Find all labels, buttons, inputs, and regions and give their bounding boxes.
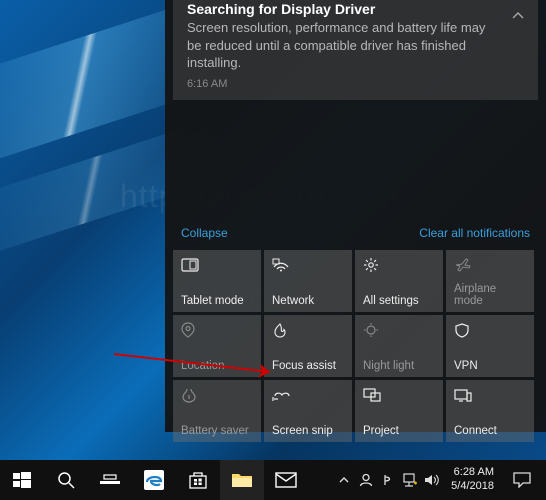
people-button[interactable] xyxy=(355,460,377,500)
tray-volume-icon[interactable] xyxy=(421,460,443,500)
vpn-icon xyxy=(454,321,526,339)
tile-vpn[interactable]: VPN xyxy=(446,315,534,377)
tablet-icon xyxy=(181,256,253,274)
tray-overflow-button[interactable] xyxy=(333,460,355,500)
file-explorer-icon xyxy=(231,469,253,491)
tile-tablet[interactable]: Tablet mode xyxy=(173,250,261,312)
tile-settings[interactable]: All settings xyxy=(355,250,443,312)
tile-label: Connect xyxy=(454,425,526,437)
chevron-up-icon[interactable] xyxy=(508,6,528,26)
tile-label: Night light xyxy=(363,360,435,372)
notification-body: Screen resolution, performance and batte… xyxy=(187,19,497,72)
taskbar-clock[interactable]: 6:28 AM 5/4/2018 xyxy=(443,466,502,494)
quick-action-tiles: Tablet mode Network All settings Airplane m… xyxy=(165,246,546,446)
tile-label: Airplane mode xyxy=(454,283,526,307)
task-view-icon xyxy=(99,469,121,491)
taskbar-app-mail[interactable] xyxy=(264,460,308,500)
settings-icon xyxy=(363,256,435,274)
location-icon xyxy=(181,321,253,339)
tile-label: Tablet mode xyxy=(181,295,253,307)
snip-icon xyxy=(272,386,344,404)
action-center-panel: Searching for Display Driver Screen reso… xyxy=(165,0,546,432)
tile-snip[interactable]: Screen snip xyxy=(264,380,352,442)
network-icon xyxy=(272,256,344,274)
tile-nightlight[interactable]: Night light xyxy=(355,315,443,377)
tile-airplane[interactable]: Airplane mode xyxy=(446,250,534,312)
tile-label: Network xyxy=(272,295,344,307)
tile-focus[interactable]: Focus assist xyxy=(264,315,352,377)
store-icon xyxy=(187,469,209,491)
taskbar: 6:28 AM 5/4/2018 xyxy=(0,460,546,500)
focus-icon xyxy=(272,321,344,339)
connect-icon xyxy=(454,386,526,404)
tile-label: Battery saver xyxy=(181,425,253,437)
windows-logo-icon xyxy=(11,469,33,491)
start-button[interactable] xyxy=(0,460,44,500)
tile-label: VPN xyxy=(454,360,526,372)
clock-date: 5/4/2018 xyxy=(451,480,494,494)
tile-connect[interactable]: Connect xyxy=(446,380,534,442)
clock-time: 6:28 AM xyxy=(454,466,494,480)
notification-title: Searching for Display Driver xyxy=(187,0,524,17)
tray-network-icon[interactable] xyxy=(399,460,421,500)
edge-icon xyxy=(143,469,165,491)
tile-label: Location xyxy=(181,360,253,372)
battery-icon xyxy=(181,386,253,404)
clear-all-link[interactable]: Clear all notifications xyxy=(419,226,530,240)
taskbar-app-store[interactable] xyxy=(176,460,220,500)
tile-network[interactable]: Network xyxy=(264,250,352,312)
task-view-button[interactable] xyxy=(88,460,132,500)
collapse-link[interactable]: Collapse xyxy=(181,226,228,240)
tile-label: Screen snip xyxy=(272,425,344,437)
tile-battery[interactable]: Battery saver xyxy=(173,380,261,442)
tile-location[interactable]: Location xyxy=(173,315,261,377)
tray-input-icon[interactable] xyxy=(377,460,399,500)
action-links-row: Collapse Clear all notifications xyxy=(165,218,546,246)
tile-label: Focus assist xyxy=(272,360,344,372)
tile-label: Project xyxy=(363,425,435,437)
tile-project[interactable]: Project xyxy=(355,380,443,442)
action-center-button[interactable] xyxy=(502,460,542,500)
taskbar-app-edge[interactable] xyxy=(132,460,176,500)
system-tray: 6:28 AM 5/4/2018 xyxy=(333,460,546,500)
notification-time: 6:16 AM xyxy=(187,78,524,90)
search-icon xyxy=(55,469,77,491)
taskbar-app-explorer[interactable] xyxy=(220,460,264,500)
nightlight-icon xyxy=(363,321,435,339)
notification-card[interactable]: Searching for Display Driver Screen reso… xyxy=(173,0,538,100)
airplane-icon xyxy=(454,256,526,274)
project-icon xyxy=(363,386,435,404)
mail-icon xyxy=(275,469,297,491)
tile-label: All settings xyxy=(363,295,435,307)
search-button[interactable] xyxy=(44,460,88,500)
